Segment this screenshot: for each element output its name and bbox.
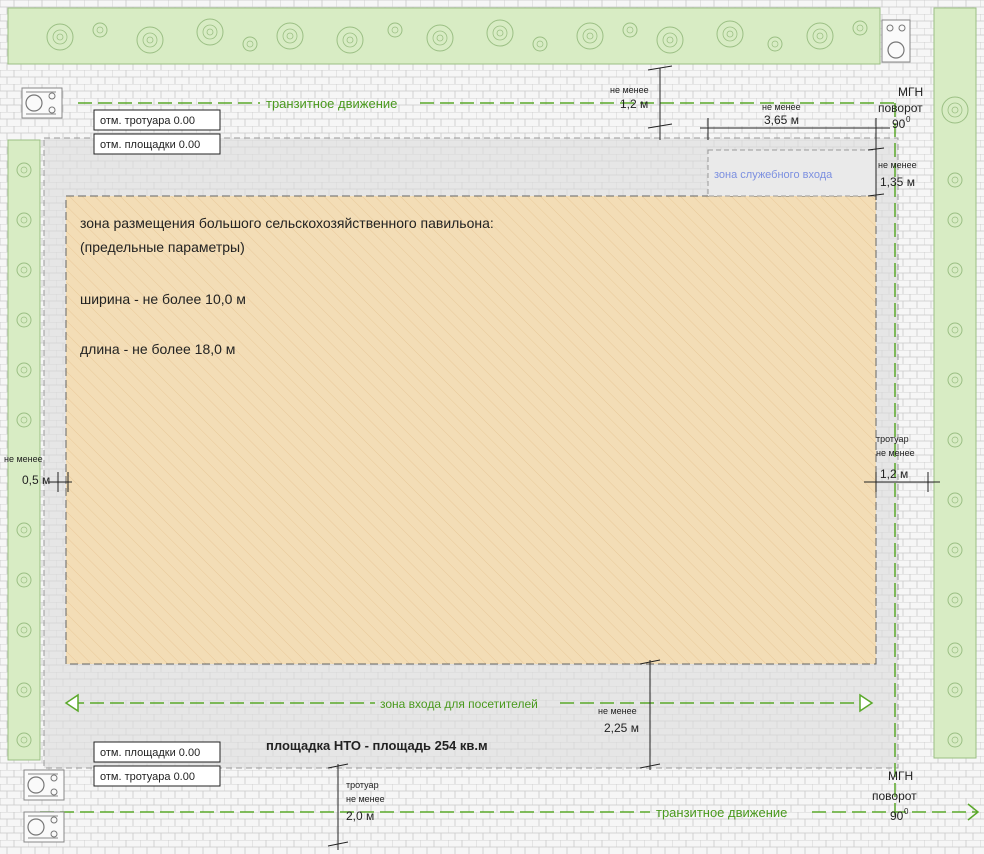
right-greenery: [933, 7, 977, 759]
elevation-sidewalk-top: отм. тротуара 0.00: [100, 115, 195, 127]
mgn-top-1: МГН: [898, 85, 923, 99]
pavilion-width: ширина - не более 10,0 м: [80, 291, 246, 307]
dim-bottom-sidewalk-value: 2,0 м: [346, 809, 374, 823]
dim-bottom-sidewalk: тротуар: [346, 780, 379, 790]
dim-right-sidewalk: тротуар: [876, 434, 909, 444]
wheelchair-icon: [23, 769, 65, 801]
mgn-top-deg: 0: [906, 115, 911, 124]
visitor-entry-label: зона входа для посетителей: [380, 697, 538, 711]
left-greenery: [7, 139, 41, 761]
transit-label-top: транзитное движение: [266, 96, 397, 111]
wheelchair-icon: [881, 19, 911, 63]
dim-top-label: не менее: [610, 85, 649, 95]
dim-right-label: не менее: [876, 448, 915, 458]
elevation-platform-top: отм. площадки 0.00: [100, 139, 200, 151]
mgn-bottom-3: 90: [890, 809, 904, 823]
transit-label-bottom: транзитное движение: [656, 805, 787, 820]
elevation-sidewalk-bottom: отм. тротуара 0.00: [100, 771, 195, 783]
dim-right-value: 1,2 м: [880, 467, 908, 481]
dim-left-value: 0,5 м: [22, 473, 50, 487]
dim-wide-label: не менее: [762, 102, 801, 112]
dim-left-label: не менее: [4, 454, 43, 464]
wheelchair-icon: [23, 811, 65, 843]
site-plan: транзитное движение транзитное движение …: [0, 0, 984, 854]
mgn-bottom-deg: 0: [904, 807, 909, 816]
pavilion-zone: [65, 195, 877, 665]
wheelchair-icon: [21, 87, 63, 119]
top-greenery: [7, 7, 881, 65]
area-title: площадка НТО - площадь 254 кв.м: [266, 738, 488, 753]
dim-bottom-label: не менее: [598, 706, 637, 716]
elevation-platform-bottom: отм. площадки 0.00: [100, 747, 200, 759]
dim-service-value: 1,35 м: [880, 175, 915, 189]
mgn-bottom-2: поворот: [872, 789, 917, 803]
dim-top-value: 1,2 м: [620, 97, 648, 111]
pavilion-length: длина - не более 18,0 м: [80, 341, 235, 357]
dim-bottom-sidewalk-min: не менее: [346, 794, 385, 804]
mgn-top-3: 90: [892, 117, 906, 131]
dim-service-label: не менее: [878, 160, 917, 170]
dim-wide-value: 3,65 м: [764, 113, 799, 127]
mgn-top-2: поворот: [878, 101, 923, 115]
pavilion-line2: (предельные параметры): [80, 239, 245, 255]
dim-bottom-value: 2,25 м: [604, 721, 639, 735]
mgn-bottom-1: МГН: [888, 769, 913, 783]
pavilion-line1: зона размещения большого сельскохозяйств…: [80, 215, 494, 231]
service-entry-label: зона служебного входа: [714, 169, 833, 181]
